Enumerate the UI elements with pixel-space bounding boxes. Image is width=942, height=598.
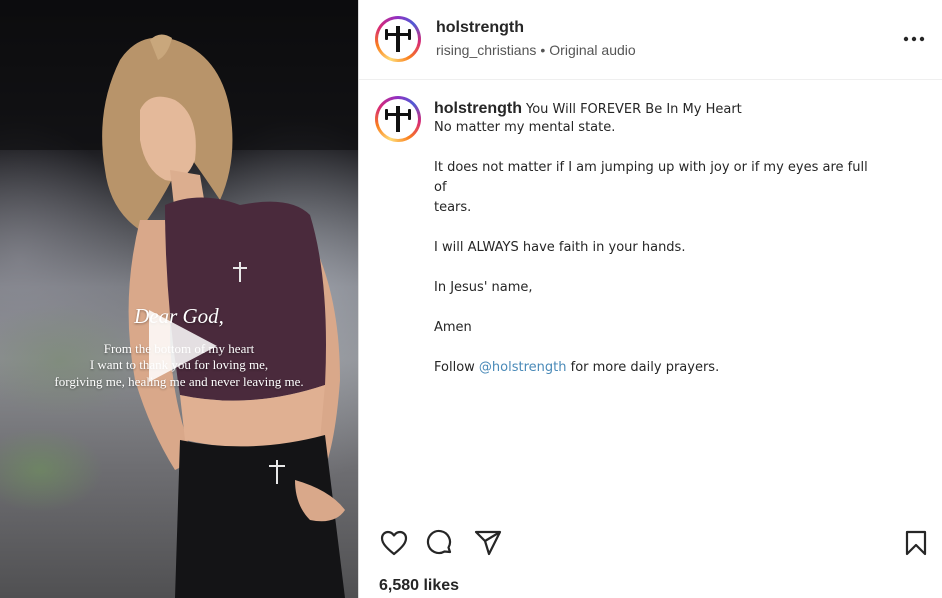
likes-count[interactable]: 6,580 likes: [379, 577, 459, 595]
post-panel: holstrength rising_christians • Original a…: [358, 0, 942, 598]
action-bar: [359, 520, 942, 564]
caption-line: It does not matter if I am jumping up wi…: [434, 160, 868, 195]
more-horizontal-icon: [903, 36, 925, 42]
caption-line: I will ALWAYS have faith in your hands.: [434, 240, 686, 255]
heart-icon: [380, 530, 408, 556]
reel-video[interactable]: Dear God, From the bottom of my heart I …: [0, 0, 358, 598]
follow-suffix: for more daily prayers.: [566, 360, 720, 375]
caption-text: holstrength You Will FOREVER Be In My Hea…: [434, 100, 874, 378]
post-header: holstrength rising_christians • Original a…: [359, 0, 942, 80]
follow-prefix: Follow: [434, 360, 479, 375]
header-username[interactable]: holstrength: [436, 19, 524, 37]
send-icon: [474, 530, 502, 556]
follow-line: Follow @holstrength for more daily praye…: [434, 358, 874, 378]
video-frame-person: [0, 0, 358, 598]
caption-line: In Jesus' name,: [434, 280, 533, 295]
bookmark-icon: [905, 530, 927, 556]
audio-label-link[interactable]: Original audio: [549, 42, 635, 58]
caption-username[interactable]: holstrength: [434, 100, 522, 117]
play-button[interactable]: [139, 304, 223, 388]
comment-icon: [426, 529, 452, 555]
audio-info: rising_christians • Original audio: [436, 42, 636, 58]
caption-line: Amen: [434, 320, 472, 335]
share-button[interactable]: [473, 528, 503, 558]
barbell-cross-icon: [385, 106, 411, 132]
more-options-button[interactable]: [899, 28, 929, 50]
save-button[interactable]: [901, 528, 931, 558]
caption-line: No matter my mental state.: [434, 120, 616, 135]
caption-avatar[interactable]: [375, 96, 421, 142]
comment-button[interactable]: [425, 528, 455, 558]
separator: •: [540, 42, 546, 58]
audio-owner-link[interactable]: rising_christians: [436, 42, 536, 58]
avatar[interactable]: [375, 16, 421, 62]
barbell-cross-icon: [385, 26, 411, 52]
mention-link[interactable]: @holstrength: [479, 360, 567, 375]
caption-title: You Will FOREVER Be In My Heart: [526, 102, 742, 117]
like-button[interactable]: [379, 528, 409, 558]
caption-line: tears.: [434, 200, 472, 215]
play-icon: [149, 310, 217, 382]
